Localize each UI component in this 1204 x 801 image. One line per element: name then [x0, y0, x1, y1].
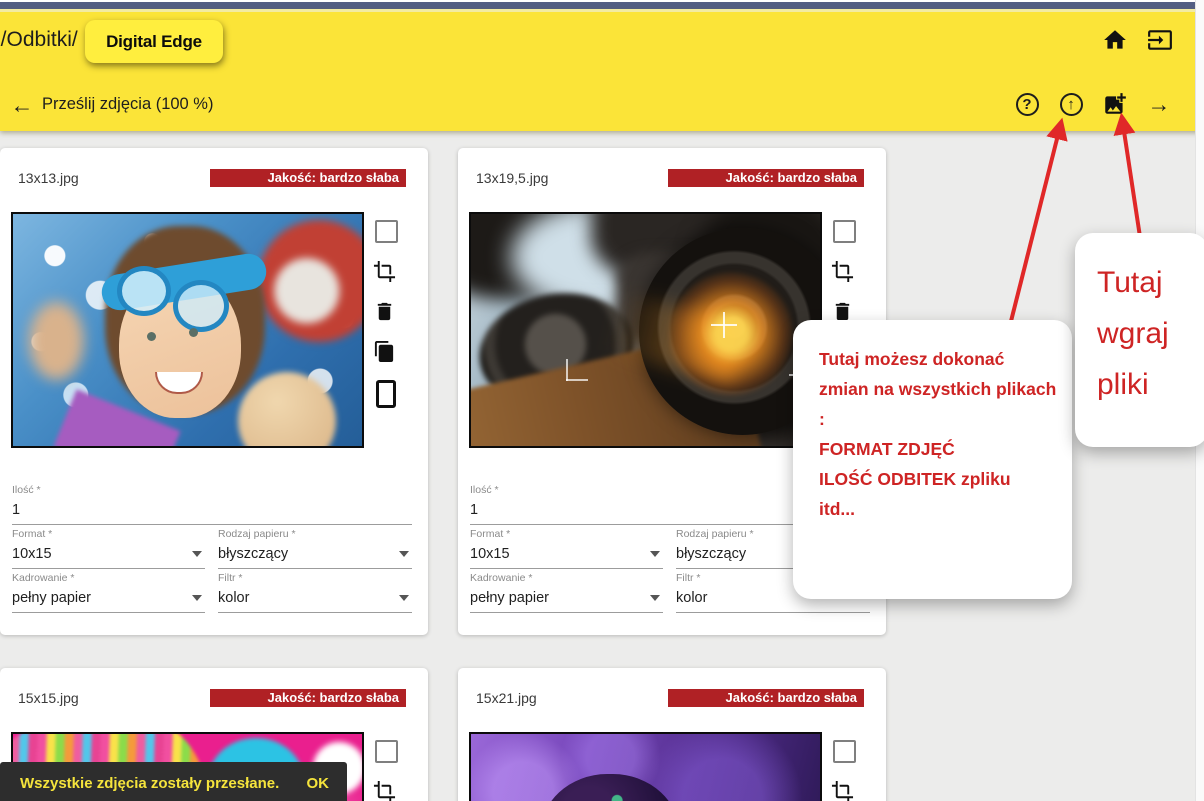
browser-top-stripe	[0, 0, 1204, 9]
crop-icon[interactable]	[831, 780, 855, 801]
chevron-down-icon	[650, 595, 660, 601]
photo-thumbnail	[11, 212, 364, 448]
field-label: Format *	[470, 528, 511, 540]
snackbar-message: Wszystkie zdjęcia zostały przesłane.	[20, 774, 280, 792]
chevron-down-icon	[399, 551, 409, 557]
cropping-select[interactable]: Kadrowanie * pełny papier	[12, 572, 205, 613]
filename-label: 13x13.jpg	[18, 170, 79, 186]
second-child-art	[238, 372, 336, 446]
forward-arrow-icon[interactable]: →	[1145, 90, 1173, 118]
field-value: 10x15	[12, 546, 52, 562]
app-header: l/Odbitki/ Digital Edge ← Prześlij zdjęc…	[0, 9, 1204, 131]
flare-art	[669, 272, 793, 396]
tooltip-line: ILOŚĆ ODBITEK zpliku	[819, 469, 1011, 489]
add-photo-icon[interactable]	[1101, 90, 1129, 118]
select-checkbox[interactable]	[375, 740, 398, 763]
photo-actions	[831, 668, 857, 801]
arm-art	[29, 302, 84, 380]
eye-art	[189, 328, 198, 337]
crop-icon[interactable]	[831, 260, 855, 284]
help-glyph: ?	[1015, 92, 1039, 116]
select-checkbox[interactable]	[833, 740, 856, 763]
paper-type-select[interactable]: Rodzaj papieru * błyszczący	[218, 528, 412, 569]
cropping-select[interactable]: Kadrowanie * pełny papier	[470, 572, 663, 613]
photo-card: 13x13.jpg Jakość: bardzo słaba Ilość * 1…	[0, 148, 428, 635]
chevron-down-icon	[192, 595, 202, 601]
filter-select[interactable]: Filtr * kolor	[218, 572, 412, 613]
upload-files-tooltip: Tutaj wgraj pliki	[1075, 233, 1204, 447]
crop-icon[interactable]	[373, 780, 397, 801]
help-icon[interactable]: ?	[1013, 90, 1041, 118]
format-select[interactable]: Format * 10x15	[470, 528, 663, 569]
photo-card: 15x21.jpg Jakość: bardzo słaba	[458, 668, 886, 801]
brand-badge: Digital Edge	[85, 20, 223, 63]
upload-icon[interactable]: ↑	[1057, 90, 1085, 118]
page-title: Prześlij zdjęcia (100 %)	[42, 95, 214, 113]
filename-label: 15x15.jpg	[18, 690, 79, 706]
field-label: Kadrowanie *	[12, 572, 75, 584]
goggle-lens-art	[173, 280, 229, 332]
home-icon[interactable]	[1101, 26, 1129, 54]
page: l/Odbitki/ Digital Edge ← Prześlij zdjęc…	[0, 0, 1204, 801]
forward-arrow-glyph: →	[1147, 91, 1171, 117]
delete-icon[interactable]	[373, 300, 397, 324]
field-value: 1	[12, 502, 21, 518]
arrow-to-upload-icon	[1003, 117, 1068, 346]
tooltip-line: zmian na wszystkich plikach	[819, 379, 1057, 399]
field-value: kolor	[218, 590, 250, 606]
crosshair-art	[723, 312, 725, 338]
filename-label: 15x21.jpg	[476, 690, 537, 706]
field-value: pełny papier	[470, 590, 549, 606]
field-label: Ilość *	[12, 484, 41, 496]
portrait-orientation-icon[interactable]	[376, 380, 396, 408]
photo-actions	[373, 668, 399, 801]
head-silhouette-art	[539, 774, 681, 801]
back-arrow-glyph: ←	[10, 92, 34, 118]
arrow-to-add-photo-icon	[1113, 112, 1144, 251]
crop-icon[interactable]	[373, 260, 397, 284]
login-icon[interactable]	[1146, 26, 1174, 54]
field-label: Filtr *	[218, 572, 243, 584]
tooltip-line: FORMAT ZDJĘĆ	[819, 439, 955, 459]
field-value: błyszczący	[218, 546, 289, 562]
tooltip-line: :	[819, 409, 825, 429]
tooltip-line: Tutaj możesz dokonać	[819, 349, 1005, 369]
tooltip-line: Tutaj	[1097, 266, 1163, 299]
chevron-down-icon	[399, 595, 409, 601]
goggle-lens-art	[117, 266, 171, 316]
field-label: Format *	[12, 528, 53, 540]
tooltip-line: pliki	[1097, 368, 1149, 401]
format-select[interactable]: Format * 10x15	[12, 528, 205, 569]
field-label: Kadrowanie *	[470, 572, 533, 584]
quantity-field[interactable]: Ilość * 1	[12, 484, 412, 525]
field-label: Rodzaj papieru *	[218, 528, 296, 540]
field-value: 10x15	[470, 546, 510, 562]
chevron-down-icon	[192, 551, 202, 557]
tooltip-line: itd...	[819, 499, 855, 519]
select-checkbox[interactable]	[375, 220, 398, 243]
breadcrumb: l/Odbitki/	[0, 28, 78, 51]
bulk-edit-tooltip: Tutaj możesz dokonać zmian na wszystkich…	[793, 320, 1072, 599]
photo-actions	[373, 148, 399, 448]
photo-thumbnail	[469, 732, 822, 801]
beach-ball-art	[258, 220, 362, 342]
duplicate-icon[interactable]	[373, 340, 397, 364]
eye-art	[147, 332, 156, 341]
photo-thumbnail	[469, 212, 822, 448]
select-checkbox[interactable]	[833, 220, 856, 243]
back-arrow-icon[interactable]: ←	[8, 91, 36, 119]
bracket-art	[566, 359, 568, 381]
tooltip-line: wgraj	[1097, 317, 1169, 350]
snackbar-ok-button[interactable]: OK	[297, 775, 330, 792]
field-value: pełny papier	[12, 590, 91, 606]
bracket-art	[566, 379, 588, 381]
chevron-down-icon	[650, 551, 660, 557]
snackbar: Wszystkie zdjęcia zostały przesłane. OK	[0, 762, 347, 801]
filename-label: 13x19,5.jpg	[476, 170, 549, 186]
upload-arrow-glyph: ↑	[1059, 92, 1083, 116]
